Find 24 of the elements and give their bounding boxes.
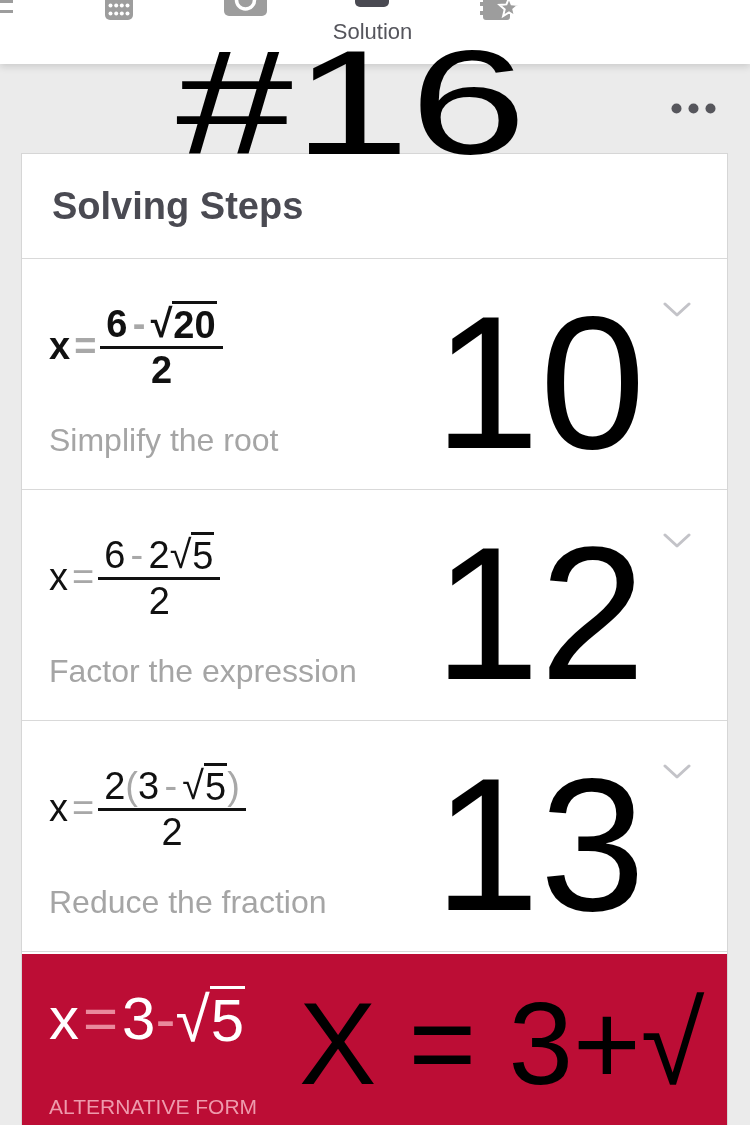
menu-icon[interactable]: [0, 0, 13, 14]
section-title: Solving Steps: [52, 184, 304, 228]
step-description: Factor the expression: [49, 652, 357, 690]
star-badge-icon[interactable]: [479, 0, 520, 20]
result-equation: x=3-√5: [49, 984, 246, 1053]
handwritten-note: X = 3+√: [299, 984, 705, 1106]
step-description: Simplify the root: [49, 421, 279, 459]
camera-icon[interactable]: [224, 0, 267, 16]
tab[interactable]: Solution: [332, 0, 413, 44]
chevron-down-icon[interactable]: [663, 302, 691, 318]
equation: x= 6-√20 2: [49, 301, 223, 392]
equation: x= 6-2√5 2: [49, 532, 221, 623]
equation: x= 2(3-√5) 2: [49, 763, 246, 854]
step-description: Reduce the fraction: [49, 883, 327, 921]
chevron-down-icon[interactable]: [663, 533, 691, 549]
result-label: ALTERNATIVE FORM: [49, 1095, 258, 1119]
chevron-down-icon[interactable]: [663, 764, 691, 780]
handwritten-note: 10: [434, 311, 646, 454]
more-icon: [671, 103, 716, 114]
handwritten-number: #16: [176, 47, 527, 158]
handwritten-note: 12: [434, 542, 646, 685]
handwritten-note: 13: [434, 773, 646, 916]
keypad-icon[interactable]: [104, 0, 133, 20]
more-button[interactable]: [671, 103, 716, 114]
